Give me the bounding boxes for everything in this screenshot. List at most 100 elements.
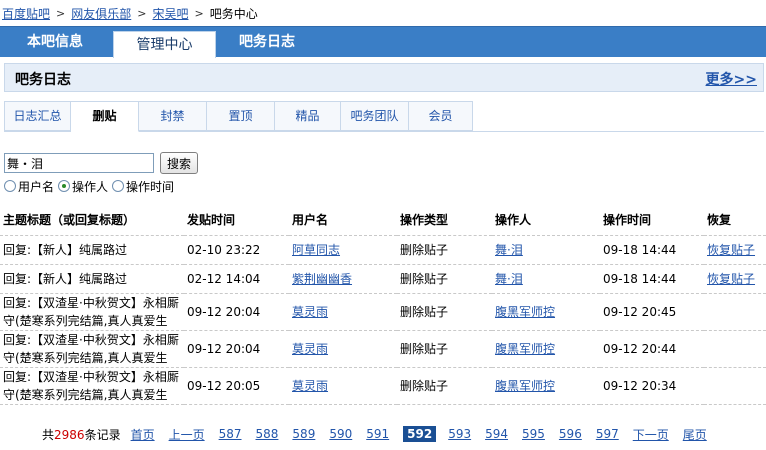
column-header-post-time: 发贴时间 bbox=[184, 204, 289, 236]
subtab-log-summary[interactable]: 日志汇总 bbox=[4, 101, 71, 131]
subtab-featured[interactable]: 精品 bbox=[275, 101, 341, 131]
last-page-link[interactable]: 尾页 bbox=[683, 426, 707, 443]
search-button[interactable]: 搜索 bbox=[160, 152, 198, 174]
breadcrumb: 百度贴吧 > 网友俱乐部 > 宋吴吧 > 吧务中心 bbox=[0, 0, 766, 26]
cell-op-time: 09-12 20:44 bbox=[600, 330, 704, 368]
radio-operator[interactable]: 操作人 bbox=[58, 178, 108, 195]
cell-user-link[interactable]: 阿草同志 bbox=[292, 243, 340, 257]
column-header-title: 主题标题（或回复标题） bbox=[0, 204, 184, 236]
page-link[interactable]: 594 bbox=[485, 427, 508, 441]
cell-op-time: 09-18 14:44 bbox=[600, 264, 704, 294]
breadcrumb-link-club[interactable]: 网友俱乐部 bbox=[71, 5, 131, 22]
page-link[interactable]: 596 bbox=[559, 427, 582, 441]
cell-user-link[interactable]: 莫灵雨 bbox=[292, 342, 328, 356]
page-link[interactable]: 595 bbox=[522, 427, 545, 441]
cell-user-link[interactable]: 紫荆幽幽香 bbox=[292, 272, 352, 286]
table-row: 回复:【双渣星·中秋贺文】永相厮守(楚寒系列完结篇,真人真爱生 09-12 20… bbox=[0, 367, 766, 405]
subtab-bans[interactable]: 封禁 bbox=[139, 101, 207, 131]
column-header-operation-time: 操作时间 bbox=[600, 204, 704, 236]
breadcrumb-link-tieba[interactable]: 百度贴吧 bbox=[2, 5, 50, 22]
column-header-action-type: 操作类型 bbox=[397, 204, 492, 236]
table-row: 回复:【新人】纯属路过 02-12 14:04 紫荆幽幽香 删除贴子 舞·泪 0… bbox=[0, 264, 766, 294]
page-link[interactable]: 589 bbox=[292, 427, 315, 441]
breadcrumb-separator: > bbox=[137, 6, 147, 20]
table-header-row: 主题标题（或回复标题） 发贴时间 用户名 操作类型 操作人 操作时间 恢复 bbox=[0, 204, 766, 236]
pagination: 共2986条记录 首页 上一页 587 588 589 590 591 592 … bbox=[42, 425, 721, 443]
subtab-pinned[interactable]: 置顶 bbox=[207, 101, 275, 131]
cell-operator-link[interactable]: 腹黑军师控 bbox=[495, 342, 555, 356]
radio-circle-checked[interactable] bbox=[58, 180, 71, 192]
breadcrumb-current: 吧务中心 bbox=[209, 6, 258, 21]
restore-post-link[interactable]: 恢复贴子 bbox=[707, 272, 755, 286]
breadcrumb-separator: > bbox=[56, 6, 66, 20]
breadcrumb-separator: > bbox=[194, 6, 204, 20]
cell-op-time: 09-12 20:45 bbox=[600, 293, 704, 331]
more-link[interactable]: 更多>> bbox=[706, 69, 757, 89]
cell-operator-link[interactable]: 舞·泪 bbox=[495, 272, 523, 286]
cell-action: 删除贴子 bbox=[397, 264, 492, 294]
cell-post-time: 09-12 20:04 bbox=[184, 293, 289, 331]
cell-action: 删除贴子 bbox=[397, 235, 492, 265]
radio-label: 操作人 bbox=[72, 179, 109, 194]
subtab-admin-team[interactable]: 吧务团队 bbox=[341, 101, 409, 131]
page-link[interactable]: 588 bbox=[256, 427, 279, 441]
current-page: 592 bbox=[403, 426, 437, 442]
cell-post-time: 09-12 20:04 bbox=[184, 330, 289, 368]
column-header-username: 用户名 bbox=[289, 204, 397, 236]
cell-post-time: 09-12 20:05 bbox=[184, 367, 289, 405]
cell-post-time: 02-12 14:04 bbox=[184, 264, 289, 294]
total-suffix: 条记录 bbox=[84, 427, 121, 442]
tab-management-center[interactable]: 管理中心 bbox=[113, 31, 216, 58]
radio-label: 用户名 bbox=[18, 179, 55, 194]
cell-title: 回复:【双渣星·中秋贺文】永相厮守(楚寒系列完结篇,真人真爱生 bbox=[0, 330, 184, 368]
cell-op-time: 09-12 20:34 bbox=[600, 367, 704, 405]
page-link[interactable]: 591 bbox=[366, 427, 389, 441]
radio-circle[interactable] bbox=[4, 180, 16, 192]
prev-page-link[interactable]: 上一页 bbox=[169, 426, 205, 443]
total-prefix: 共 bbox=[42, 427, 55, 442]
cell-title: 回复:【新人】纯属路过 bbox=[0, 264, 184, 294]
sub-tab-bar: 日志汇总 删贴 封禁 置顶 精品 吧务团队 会员 bbox=[4, 101, 764, 132]
table-row: 回复:【双渣星·中秋贺文】永相厮守(楚寒系列完结篇,真人真爱生 09-12 20… bbox=[0, 293, 766, 331]
total-records: 共2986条记录 bbox=[42, 426, 121, 443]
radio-username[interactable]: 用户名 bbox=[4, 178, 54, 195]
subtab-deleted-posts[interactable]: 删贴 bbox=[71, 101, 139, 132]
page-link[interactable]: 593 bbox=[448, 427, 471, 441]
cell-op-time: 09-18 14:44 bbox=[600, 235, 704, 265]
cell-title: 回复:【双渣星·中秋贺文】永相厮守(楚寒系列完结篇,真人真爱生 bbox=[0, 367, 184, 405]
cell-title: 回复:【双渣星·中秋贺文】永相厮守(楚寒系列完结篇,真人真爱生 bbox=[0, 293, 184, 331]
tab-admin-log[interactable]: 吧务日志 bbox=[222, 27, 312, 57]
subtab-members[interactable]: 会员 bbox=[409, 101, 473, 131]
cell-operator-link[interactable]: 腹黑军师控 bbox=[495, 305, 555, 319]
total-count: 2986 bbox=[54, 427, 85, 442]
cell-user-link[interactable]: 莫灵雨 bbox=[292, 305, 328, 319]
cell-action: 删除贴子 bbox=[397, 330, 492, 368]
restore-post-link[interactable]: 恢复贴子 bbox=[707, 243, 755, 257]
column-header-restore: 恢复 bbox=[704, 204, 766, 236]
radio-label: 操作时间 bbox=[126, 179, 175, 194]
cell-operator-link[interactable]: 腹黑军师控 bbox=[495, 379, 555, 393]
tab-forum-info[interactable]: 本吧信息 bbox=[10, 27, 100, 57]
page-link[interactable]: 597 bbox=[596, 427, 619, 441]
cell-operator-link[interactable]: 舞·泪 bbox=[495, 243, 523, 257]
column-header-operator: 操作人 bbox=[492, 204, 600, 236]
table-row: 回复:【双渣星·中秋贺文】永相厮守(楚寒系列完结篇,真人真爱生 09-12 20… bbox=[0, 330, 766, 368]
table-row: 回复:【新人】纯属路过 02-10 23:22 阿草同志 删除贴子 舞·泪 09… bbox=[0, 235, 766, 265]
radio-operation-time[interactable]: 操作时间 bbox=[112, 178, 174, 195]
cell-action: 删除贴子 bbox=[397, 293, 492, 331]
next-page-link[interactable]: 下一页 bbox=[633, 426, 669, 443]
page-link[interactable]: 587 bbox=[219, 427, 242, 441]
main-tab-bar: 本吧信息 管理中心 吧务日志 bbox=[0, 26, 766, 58]
cell-action: 删除贴子 bbox=[397, 367, 492, 405]
section-header: 吧务日志 更多>> bbox=[4, 63, 764, 92]
first-page-link[interactable]: 首页 bbox=[131, 426, 155, 443]
search-input[interactable] bbox=[4, 153, 154, 173]
log-table: 主题标题（或回复标题） 发贴时间 用户名 操作类型 操作人 操作时间 恢复 回复… bbox=[0, 204, 766, 405]
cell-title: 回复:【新人】纯属路过 bbox=[0, 235, 184, 265]
cell-post-time: 02-10 23:22 bbox=[184, 235, 289, 265]
cell-user-link[interactable]: 莫灵雨 bbox=[292, 379, 328, 393]
page-link[interactable]: 590 bbox=[329, 427, 352, 441]
search-type-radios: 用户名 操作人 操作时间 bbox=[4, 178, 178, 194]
radio-circle[interactable] bbox=[112, 180, 125, 192]
breadcrumb-link-forum[interactable]: 宋吴吧 bbox=[152, 5, 188, 22]
